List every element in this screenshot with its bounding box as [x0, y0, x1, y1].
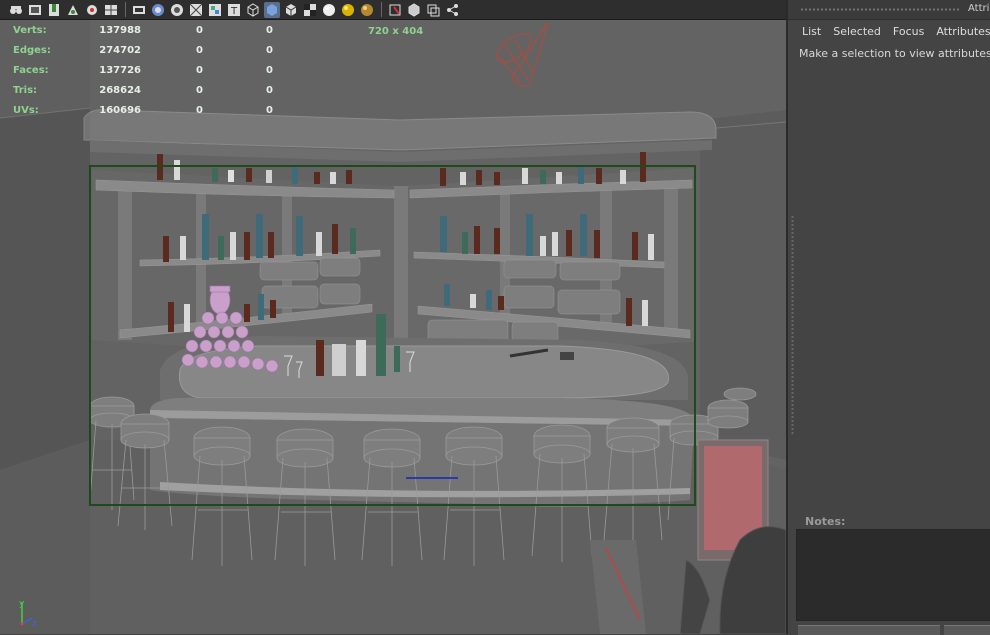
camera-attributes-icon	[10, 5, 22, 14]
use-all-lights-icon	[323, 3, 335, 16]
panel-resize-handle[interactable]	[791, 215, 794, 435]
viewport-panel[interactable]: T Verts: 137988 0 0 Edges: 274702 0 0 Faces: 1377…	[0, 0, 786, 634]
2d-pan-zoom-icon	[68, 4, 78, 15]
grid-icon	[105, 4, 117, 15]
grease-pencil-icon	[87, 4, 97, 15]
menu-selected[interactable]: Selected	[827, 22, 887, 42]
hud-value: 0	[266, 85, 273, 96]
screen-space-ao-icon	[361, 3, 373, 16]
hud-value: 268624	[99, 85, 141, 96]
hud-value: 0	[196, 65, 203, 76]
hud-value: 0	[196, 105, 203, 116]
hud-label: Edges:	[13, 45, 51, 56]
resolution-readout: 720 x 404	[368, 26, 424, 37]
hud-label: Tris:	[13, 85, 38, 96]
textured-button[interactable]	[302, 2, 318, 18]
toolbar-separator	[125, 2, 126, 17]
hud-value: 0	[266, 105, 273, 116]
axis-z-label: z	[32, 619, 37, 629]
menu-list[interactable]: List	[788, 22, 827, 42]
grid-button[interactable]	[103, 2, 119, 18]
axis-gizmo: y z	[19, 599, 37, 629]
menu-attributes[interactable]: Attributes	[930, 22, 990, 42]
xray-joints-button[interactable]	[444, 2, 460, 18]
safe-action-button[interactable]	[207, 2, 223, 18]
hud-row: Tris: 268624 0 0	[13, 81, 273, 101]
hud-value: 137988	[99, 25, 141, 36]
hud-label: Faces:	[13, 65, 49, 76]
attribute-editor-menu-bar: List Selected Focus Attributes	[788, 22, 990, 42]
field-chart-button[interactable]	[188, 2, 204, 18]
bookmark-icon	[49, 3, 59, 16]
viewport-toolbar: T	[0, 0, 786, 20]
hud-label: UVs:	[13, 105, 39, 116]
safe-title-button[interactable]: T	[226, 2, 242, 18]
hud-value: 0	[266, 65, 273, 76]
drag-grip-icon[interactable]	[800, 8, 960, 11]
attribute-editor-panel: Attrib List Selected Focus Attributes Ma…	[786, 0, 990, 635]
hud-value: 0	[266, 25, 273, 36]
isolate-select-button[interactable]	[387, 2, 403, 18]
hud-row: Verts: 137988 0 0	[13, 21, 273, 41]
shadows-icon	[342, 3, 354, 16]
textured-icon	[304, 3, 316, 16]
smooth-shade-button[interactable]	[264, 1, 280, 18]
safe-action-icon	[209, 3, 221, 16]
notes-field[interactable]	[796, 529, 990, 621]
wireframe-on-shaded-button[interactable]	[283, 2, 299, 18]
hud-value: 0	[266, 45, 273, 56]
poly-count-hud: Verts: 137988 0 0 Edges: 274702 0 0 Faces: 137726…	[13, 21, 273, 121]
safe-title-icon: T	[228, 3, 240, 17]
hud-value: 274702	[99, 45, 141, 56]
hud-value: 160696	[99, 105, 141, 116]
wireframe-icon	[247, 2, 259, 17]
xray-joints-icon	[447, 3, 458, 16]
2d-pan-zoom-button[interactable]	[65, 2, 81, 18]
camera-attributes-button[interactable]	[8, 2, 24, 18]
xray-active-components-button[interactable]	[425, 2, 441, 18]
isolate-select-icon	[389, 4, 401, 15]
grease-pencil-button[interactable]	[84, 2, 100, 18]
panel-title-bar[interactable]: Attrib	[788, 0, 990, 20]
xray-active-components-icon	[427, 4, 440, 16]
xray-icon	[408, 2, 420, 17]
svg-text:T: T	[230, 6, 238, 17]
hud-value: 0	[196, 45, 203, 56]
xray-button[interactable]	[406, 2, 422, 18]
hud-value: 137726	[99, 65, 141, 76]
resolution-gate-button[interactable]	[150, 2, 166, 18]
notes-label: Notes:	[805, 515, 846, 528]
hud-row: UVs: 160696 0 0	[13, 101, 273, 121]
gate-mask-icon	[171, 3, 183, 16]
gate-mask-button[interactable]	[169, 2, 185, 18]
wireframe-button[interactable]	[245, 2, 261, 18]
hud-value: 0	[196, 85, 203, 96]
wireframe-on-shaded-icon	[285, 3, 297, 16]
use-all-lights-button[interactable]	[321, 2, 337, 18]
image-plane-button[interactable]	[27, 2, 43, 18]
smooth-shade-icon	[267, 3, 277, 16]
axis-y-label: y	[19, 599, 25, 609]
field-chart-icon	[189, 3, 203, 16]
film-gate-icon	[133, 5, 145, 14]
hud-row: Edges: 274702 0 0	[13, 41, 273, 61]
hud-row: Faces: 137726 0 0	[13, 61, 273, 81]
bookmark-button[interactable]	[46, 2, 62, 18]
shadows-button[interactable]	[340, 2, 356, 18]
toolbar-separator	[381, 2, 382, 17]
menu-focus[interactable]: Focus	[887, 22, 930, 42]
resolution-gate-icon	[152, 3, 164, 16]
empty-selection-message: Make a selection to view attributes	[799, 47, 990, 60]
hud-value: 0	[196, 25, 203, 36]
hud-label: Verts:	[13, 25, 47, 36]
panel-title: Attrib	[968, 3, 990, 14]
screen-space-ao-button[interactable]	[359, 2, 375, 18]
image-plane-icon	[29, 4, 41, 15]
film-gate-button[interactable]	[131, 2, 147, 18]
